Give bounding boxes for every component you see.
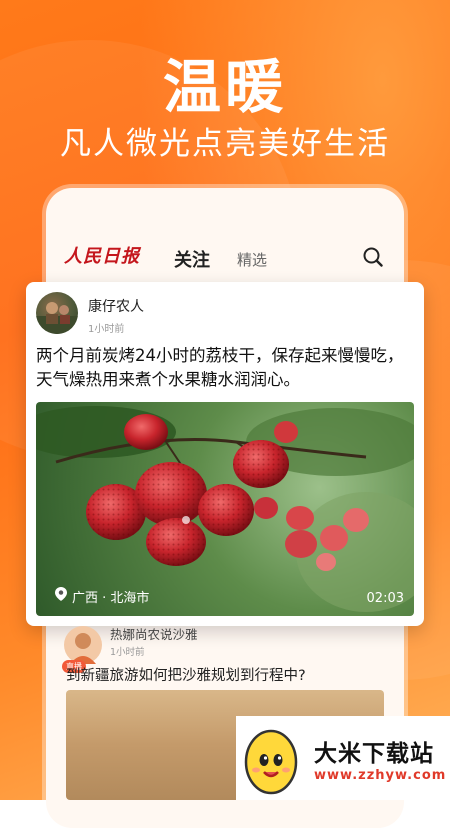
location-pin-icon <box>54 586 68 606</box>
post-card[interactable]: 康仔农人 1小时前 两个月前炭烤24小时的荔枝干，保存起来慢慢吃，天气燥热用来煮… <box>26 282 424 626</box>
post-text[interactable]: 到新疆旅游如何把沙雅规划到行程中? <box>66 664 306 685</box>
author-avatar[interactable] <box>36 292 78 334</box>
video-duration: 02:03 <box>366 591 404 606</box>
hero-subtitle: 凡人微光点亮美好生活 <box>60 126 390 162</box>
video-thumbnail[interactable]: 广西 · 北海市 02:03 <box>36 402 414 616</box>
app-logo: 人民日报 <box>64 246 140 267</box>
location-text: 广西 · 北海市 <box>72 590 150 606</box>
post-time: 1小时前 <box>110 647 145 658</box>
watermark-name: 大米下载站 <box>314 741 434 767</box>
location-tag[interactable]: 广西 · 北海市 <box>54 586 149 606</box>
author-name[interactable]: 热娜尚农说沙雅 <box>110 624 198 643</box>
watermark-url: www.zzhyw.com <box>314 768 447 783</box>
search-icon[interactable] <box>362 246 384 268</box>
post-time: 1小时前 <box>88 324 125 335</box>
post-text[interactable]: 两个月前炭烤24小时的荔枝干，保存起来慢慢吃，天气燥热用来煮个水果糖水润润心。 <box>36 344 416 392</box>
author-name[interactable]: 康仔农人 <box>88 296 144 316</box>
app-header: 人民日报 关注 精选 <box>46 232 404 282</box>
author-avatar[interactable] <box>64 626 102 664</box>
watermark-banner: 大米下载站 www.zzhyw.com <box>236 716 450 800</box>
tab-picks[interactable]: 精选 <box>237 249 267 270</box>
hero-title: 温暖 <box>162 53 287 121</box>
tab-follow[interactable]: 关注 <box>174 246 210 272</box>
mascot-egg-icon <box>240 720 302 796</box>
